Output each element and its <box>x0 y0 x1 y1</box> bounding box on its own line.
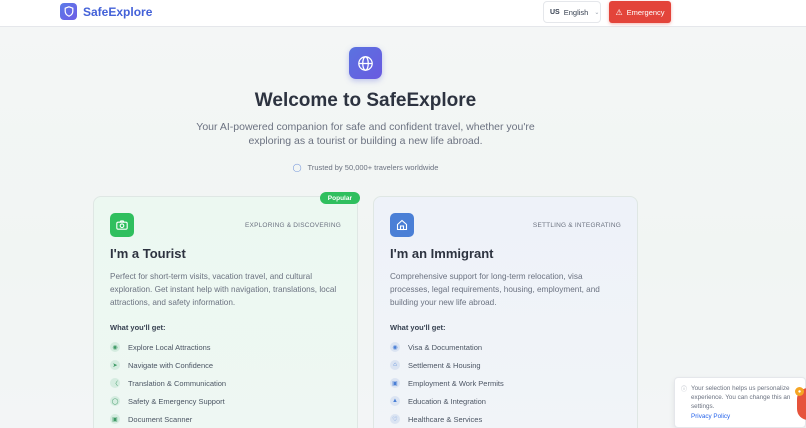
list-item: ◉ Explore Local Attractions <box>110 338 341 356</box>
scanner-icon: ▣ <box>110 414 120 424</box>
passport-icon: ◉ <box>390 342 400 352</box>
us-flag-icon: US <box>550 8 560 16</box>
camera-icon <box>110 213 134 237</box>
feature-list: ◉ Explore Local Attractions ➤ Navigate wit… <box>110 338 341 428</box>
card-title: I'm a Tourist <box>110 246 186 261</box>
features-heading: What you'll get: <box>110 323 166 332</box>
notification-badge-icon: ● <box>795 387 804 396</box>
brand-home-link[interactable]: SafeExplore <box>60 3 152 20</box>
card-description: Perfect for short-term visits, vacation … <box>110 272 337 307</box>
emergency-button[interactable]: ⚠ Emergency <box>609 1 671 23</box>
translate-icon: 〈 <box>110 378 120 388</box>
emergency-label: Emergency <box>626 7 665 17</box>
tourist-card[interactable]: Popular EXPLORING & DISCOVERING I'm a To… <box>93 192 360 428</box>
assistant-fab-button[interactable]: ● <box>795 387 806 420</box>
features-heading: What you'll get: <box>390 323 446 332</box>
list-item: ▲ Education & Integration <box>390 392 621 410</box>
info-icon: ⓘ <box>681 387 688 393</box>
home-icon: ⌂ <box>390 360 400 370</box>
trust-text: Trusted by 50,000+ travelers worldwide <box>307 163 439 172</box>
brand-name: SafeExplore <box>83 4 153 19</box>
card-title: I'm an Immigrant <box>390 246 494 261</box>
list-item: ◉ Visa & Documentation <box>390 338 621 356</box>
privacy-policy-link[interactable]: Privacy Policy <box>691 412 799 421</box>
language-selector[interactable]: US English ⌄ <box>543 1 601 23</box>
globe-icon <box>349 47 382 79</box>
toast-text: Your selection helps us personalize expe… <box>691 385 791 410</box>
page-title: Welcome to SafeExplore <box>254 90 477 111</box>
navigation-icon: ➤ <box>110 360 120 370</box>
briefcase-icon: ▣ <box>390 378 400 388</box>
popular-badge: Popular <box>319 192 360 204</box>
map-pin-icon: ◉ <box>110 342 120 352</box>
list-item: ⌂ Settlement & Housing <box>390 356 621 374</box>
house-icon <box>390 213 414 237</box>
list-item: ◯ Safety & Emergency Support <box>110 396 225 406</box>
list-item: ▣ Employment & Work Permits <box>390 374 621 392</box>
warning-icon: ⚠ <box>615 7 623 17</box>
page-subtitle: Your AI-powered companion for safe and c… <box>196 121 535 147</box>
list-item: ▣ Document Scanner <box>110 410 341 428</box>
chevron-down-icon: ⌄ <box>594 9 600 16</box>
card-description: Comprehensive support for long-term relo… <box>390 272 600 307</box>
card-tag: SETTLING & INTEGRATING <box>532 222 621 229</box>
graduation-cap-icon: ▲ <box>390 396 400 406</box>
feature-list: ◉ Visa & Documentation ⌂ Settlement & Hous… <box>390 338 621 428</box>
shield-icon: ◯ <box>292 163 302 172</box>
list-item: ➤ Navigate with Confidence <box>110 356 341 374</box>
heart-icon: ♡ <box>390 414 400 424</box>
shield-logo-icon <box>60 3 77 20</box>
list-item: ♡ Healthcare & Services <box>390 410 621 428</box>
top-header: SafeExplore US English ⌄ ⚠ Emergency <box>0 0 806 27</box>
shield-icon: ◯ <box>110 396 120 406</box>
trust-line: ◯ Trusted by 50,000+ travelers worldwide <box>0 163 731 172</box>
list-item: 〈 Translation & Communication <box>110 378 227 388</box>
immigrant-card[interactable]: SETTLING & INTEGRATING I'm an Immigrant … <box>373 196 638 428</box>
card-tag: EXPLORING & DISCOVERING <box>245 222 341 229</box>
language-label: English <box>563 7 589 17</box>
personalization-toast: ⓘ Your selection helps us personalize ex… <box>674 377 806 428</box>
